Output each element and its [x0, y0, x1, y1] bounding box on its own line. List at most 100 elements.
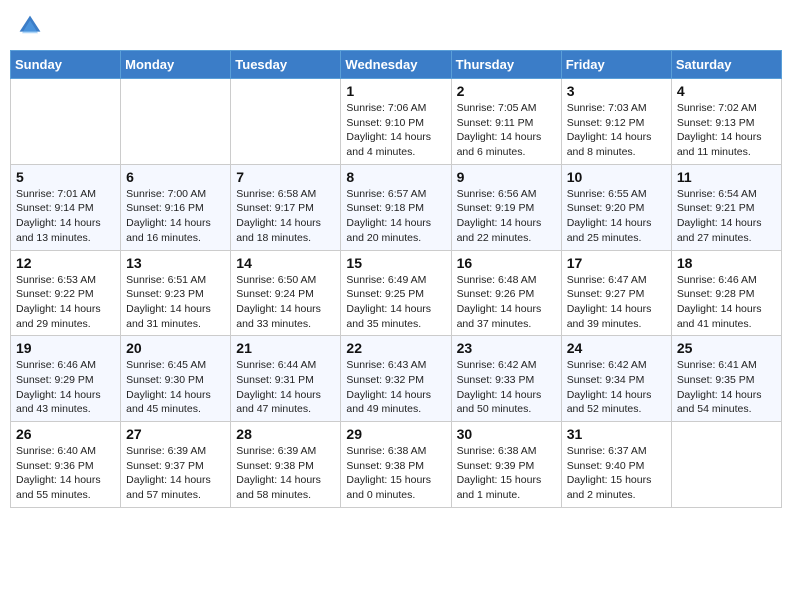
day-number: 28: [236, 426, 335, 442]
calendar-week-2: 5 Sunrise: 7:01 AM Sunset: 9:14 PM Daylig…: [11, 164, 782, 250]
day-info: Sunrise: 7:02 AM Sunset: 9:13 PM Dayligh…: [677, 101, 776, 160]
calendar-cell: 4 Sunrise: 7:02 AM Sunset: 9:13 PM Daylig…: [671, 79, 781, 165]
calendar-header: SundayMondayTuesdayWednesdayThursdayFrid…: [11, 51, 782, 79]
logo-icon: [18, 14, 42, 38]
day-info: Sunrise: 6:38 AM Sunset: 9:38 PM Dayligh…: [346, 444, 445, 503]
calendar-cell: 26Sunrise: 6:40 AM Sunset: 9:36 PM Dayli…: [11, 422, 121, 508]
day-number: 10: [567, 169, 666, 185]
day-number: 14: [236, 255, 335, 271]
calendar-cell: 24 Sunrise: 6:42 AM Sunset: 9:34 PM Dayli…: [561, 336, 671, 422]
calendar-cell: 11Sunrise: 6:54 AM Sunset: 9:21 PM Dayli…: [671, 164, 781, 250]
calendar-cell: 9 Sunrise: 6:56 AM Sunset: 9:19 PM Daylig…: [451, 164, 561, 250]
day-info: Sunrise: 6:42 AM Sunset: 9:34 PM Dayligh…: [567, 358, 666, 417]
calendar-cell: 19Sunrise: 6:46 AM Sunset: 9:29 PM Dayli…: [11, 336, 121, 422]
calendar-cell: 5 Sunrise: 7:01 AM Sunset: 9:14 PM Daylig…: [11, 164, 121, 250]
day-number: 13: [126, 255, 225, 271]
day-info: Sunrise: 7:00 AM Sunset: 9:16 PM Dayligh…: [126, 187, 225, 246]
calendar-cell: 27Sunrise: 6:39 AM Sunset: 9:37 PM Dayli…: [121, 422, 231, 508]
calendar-cell: 30 Sunrise: 6:38 AM Sunset: 9:39 PM Dayli…: [451, 422, 561, 508]
calendar-week-3: 12 Sunrise: 6:53 AM Sunset: 9:22 PM Dayli…: [11, 250, 782, 336]
day-info: Sunrise: 6:39 AM Sunset: 9:37 PM Dayligh…: [126, 444, 225, 503]
calendar-body: 1Sunrise: 7:06 AM Sunset: 9:10 PM Daylig…: [11, 79, 782, 508]
weekday-header-thursday: Thursday: [451, 51, 561, 79]
logo: [18, 14, 46, 38]
calendar-cell: 17 Sunrise: 6:47 AM Sunset: 9:27 PM Dayli…: [561, 250, 671, 336]
calendar-cell: 15Sunrise: 6:49 AM Sunset: 9:25 PM Dayli…: [341, 250, 451, 336]
day-info: Sunrise: 6:38 AM Sunset: 9:39 PM Dayligh…: [457, 444, 556, 503]
day-number: 5: [16, 169, 115, 185]
calendar-cell: 3 Sunrise: 7:03 AM Sunset: 9:12 PM Daylig…: [561, 79, 671, 165]
weekday-header-friday: Friday: [561, 51, 671, 79]
calendar-cell: 28 Sunrise: 6:39 AM Sunset: 9:38 PM Dayli…: [231, 422, 341, 508]
day-info: Sunrise: 6:44 AM Sunset: 9:31 PM Dayligh…: [236, 358, 335, 417]
day-info: Sunrise: 6:50 AM Sunset: 9:24 PM Dayligh…: [236, 273, 335, 332]
day-number: 17: [567, 255, 666, 271]
day-number: 2: [457, 83, 556, 99]
day-info: Sunrise: 7:03 AM Sunset: 9:12 PM Dayligh…: [567, 101, 666, 160]
day-number: 23: [457, 340, 556, 356]
calendar-cell: 31 Sunrise: 6:37 AM Sunset: 9:40 PM Dayli…: [561, 422, 671, 508]
day-number: 7: [236, 169, 335, 185]
day-number: 25: [677, 340, 776, 356]
day-number: 30: [457, 426, 556, 442]
calendar-cell: [121, 79, 231, 165]
day-number: 15: [346, 255, 445, 271]
calendar-cell: 6 Sunrise: 7:00 AM Sunset: 9:16 PM Daylig…: [121, 164, 231, 250]
calendar-cell: [231, 79, 341, 165]
weekday-header-saturday: Saturday: [671, 51, 781, 79]
calendar-cell: [671, 422, 781, 508]
day-number: 12: [16, 255, 115, 271]
calendar-table: SundayMondayTuesdayWednesdayThursdayFrid…: [10, 50, 782, 508]
calendar-cell: 23 Sunrise: 6:42 AM Sunset: 9:33 PM Dayli…: [451, 336, 561, 422]
calendar-cell: 20 Sunrise: 6:45 AM Sunset: 9:30 PM Dayli…: [121, 336, 231, 422]
calendar-cell: 18 Sunrise: 6:46 AM Sunset: 9:28 PM Dayli…: [671, 250, 781, 336]
calendar-cell: 2Sunrise: 7:05 AM Sunset: 9:11 PM Daylig…: [451, 79, 561, 165]
day-number: 9: [457, 169, 556, 185]
calendar-cell: 16 Sunrise: 6:48 AM Sunset: 9:26 PM Dayli…: [451, 250, 561, 336]
day-info: Sunrise: 6:58 AM Sunset: 9:17 PM Dayligh…: [236, 187, 335, 246]
day-number: 16: [457, 255, 556, 271]
day-info: Sunrise: 6:48 AM Sunset: 9:26 PM Dayligh…: [457, 273, 556, 332]
day-number: 6: [126, 169, 225, 185]
calendar-cell: 13 Sunrise: 6:51 AM Sunset: 9:23 PM Dayli…: [121, 250, 231, 336]
day-info: Sunrise: 6:37 AM Sunset: 9:40 PM Dayligh…: [567, 444, 666, 503]
weekday-header-sunday: Sunday: [11, 51, 121, 79]
day-info: Sunrise: 6:57 AM Sunset: 9:18 PM Dayligh…: [346, 187, 445, 246]
day-info: Sunrise: 6:39 AM Sunset: 9:38 PM Dayligh…: [236, 444, 335, 503]
calendar-week-4: 19Sunrise: 6:46 AM Sunset: 9:29 PM Dayli…: [11, 336, 782, 422]
calendar-cell: 7 Sunrise: 6:58 AM Sunset: 9:17 PM Daylig…: [231, 164, 341, 250]
day-info: Sunrise: 6:47 AM Sunset: 9:27 PM Dayligh…: [567, 273, 666, 332]
day-info: Sunrise: 6:55 AM Sunset: 9:20 PM Dayligh…: [567, 187, 666, 246]
day-info: Sunrise: 6:45 AM Sunset: 9:30 PM Dayligh…: [126, 358, 225, 417]
day-number: 24: [567, 340, 666, 356]
day-info: Sunrise: 6:54 AM Sunset: 9:21 PM Dayligh…: [677, 187, 776, 246]
day-number: 21: [236, 340, 335, 356]
page-header: [10, 10, 782, 42]
day-info: Sunrise: 6:41 AM Sunset: 9:35 PM Dayligh…: [677, 358, 776, 417]
day-info: Sunrise: 6:53 AM Sunset: 9:22 PM Dayligh…: [16, 273, 115, 332]
weekday-header-row: SundayMondayTuesdayWednesdayThursdayFrid…: [11, 51, 782, 79]
calendar-cell: 1Sunrise: 7:06 AM Sunset: 9:10 PM Daylig…: [341, 79, 451, 165]
day-number: 31: [567, 426, 666, 442]
day-info: Sunrise: 6:56 AM Sunset: 9:19 PM Dayligh…: [457, 187, 556, 246]
day-info: Sunrise: 6:42 AM Sunset: 9:33 PM Dayligh…: [457, 358, 556, 417]
day-number: 18: [677, 255, 776, 271]
calendar-cell: 25 Sunrise: 6:41 AM Sunset: 9:35 PM Dayli…: [671, 336, 781, 422]
day-info: Sunrise: 6:51 AM Sunset: 9:23 PM Dayligh…: [126, 273, 225, 332]
day-info: Sunrise: 6:46 AM Sunset: 9:28 PM Dayligh…: [677, 273, 776, 332]
calendar-week-1: 1Sunrise: 7:06 AM Sunset: 9:10 PM Daylig…: [11, 79, 782, 165]
day-number: 4: [677, 83, 776, 99]
weekday-header-monday: Monday: [121, 51, 231, 79]
day-number: 29: [346, 426, 445, 442]
day-number: 22: [346, 340, 445, 356]
day-info: Sunrise: 6:46 AM Sunset: 9:29 PM Dayligh…: [16, 358, 115, 417]
calendar-cell: [11, 79, 121, 165]
weekday-header-wednesday: Wednesday: [341, 51, 451, 79]
day-number: 3: [567, 83, 666, 99]
calendar-cell: 29 Sunrise: 6:38 AM Sunset: 9:38 PM Dayli…: [341, 422, 451, 508]
day-info: Sunrise: 7:01 AM Sunset: 9:14 PM Dayligh…: [16, 187, 115, 246]
day-number: 20: [126, 340, 225, 356]
day-info: Sunrise: 7:06 AM Sunset: 9:10 PM Dayligh…: [346, 101, 445, 160]
calendar-cell: 22 Sunrise: 6:43 AM Sunset: 9:32 PM Dayli…: [341, 336, 451, 422]
day-info: Sunrise: 6:43 AM Sunset: 9:32 PM Dayligh…: [346, 358, 445, 417]
